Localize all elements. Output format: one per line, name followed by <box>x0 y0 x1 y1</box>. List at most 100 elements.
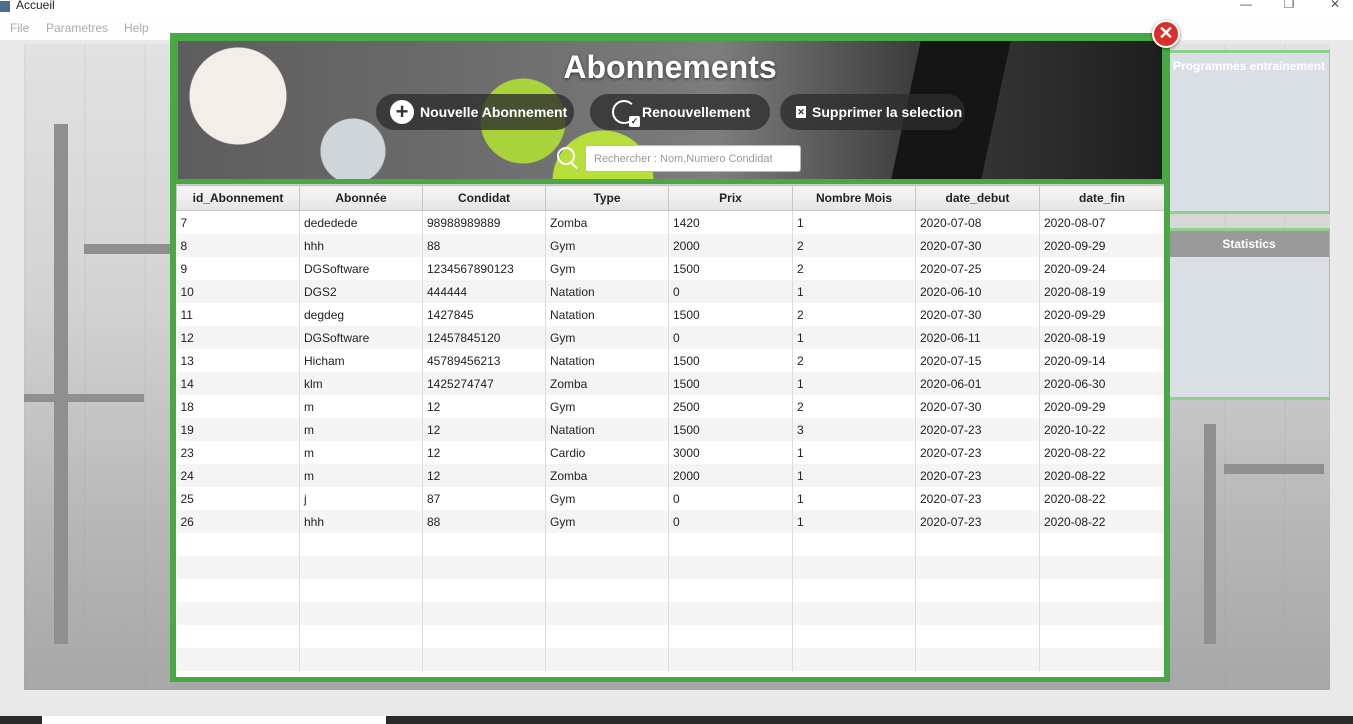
table-cell <box>915 625 1040 648</box>
table-cell <box>1039 625 1164 648</box>
table-cell <box>792 648 916 671</box>
delete-icon: ✕ <box>796 106 806 118</box>
window-titlebar: Accueil — ❐ ✕ <box>0 0 1353 16</box>
empty-table-row[interactable] <box>176 579 1164 602</box>
table-cell: 2020-09-29 <box>1039 234 1164 257</box>
table-row[interactable]: 9 DGSoftware 1234567890123 Gym 1500 2 2020-07-… <box>176 257 1164 280</box>
table-body: 7 dededede 98988989889 Zomba 1420 1 2020-07-08… <box>176 210 1164 671</box>
renew-button[interactable]: ✓ Renouvellement <box>590 94 770 130</box>
table-row[interactable]: 7 dededede 98988989889 Zomba 1420 1 2020-07-08… <box>176 210 1164 234</box>
table-cell: 0 <box>668 510 793 533</box>
table-cell: 12 <box>422 418 546 441</box>
empty-table-row[interactable] <box>176 648 1164 671</box>
table-cell: Natation <box>545 303 669 326</box>
table-cell: 2020-07-23 <box>915 464 1040 487</box>
table-cell <box>545 648 669 671</box>
table-cell: hhh <box>299 234 423 257</box>
table-cell: 88 <box>422 234 546 257</box>
table-cell: 2020-06-11 <box>915 326 1040 349</box>
table-cell <box>299 556 423 579</box>
table-cell <box>545 579 669 602</box>
table-cell: 12 <box>422 441 546 464</box>
table-cell: hhh <box>299 510 423 533</box>
table-cell: 10 <box>176 280 300 303</box>
table-cell: 2020-08-22 <box>1039 510 1164 533</box>
table-row[interactable]: 18 m 12 Gym 2500 2 2020-07-30 2020-09-29 <box>176 395 1164 418</box>
table-cell <box>668 648 793 671</box>
table-row[interactable]: 14 klm 1425274747 Zomba 1500 1 2020-06-01 2020-… <box>176 372 1164 395</box>
table-cell <box>1039 556 1164 579</box>
minimize-button[interactable]: — <box>1231 0 1261 11</box>
table-cell: Hicham <box>299 349 423 372</box>
statistics-card-title: Statistics <box>1169 231 1329 257</box>
window-close-button[interactable]: ✕ <box>1320 0 1350 11</box>
table-cell <box>545 533 669 556</box>
column-header-prix[interactable]: Prix <box>668 185 793 211</box>
new-subscription-label: Nouvelle Abonnement <box>420 104 568 120</box>
table-row[interactable]: 26 hhh 88 Gym 0 1 2020-07-23 2020-08-22 <box>176 510 1164 533</box>
column-header-id[interactable]: id_Abonnement <box>176 185 300 211</box>
table-cell: 2020-07-30 <box>915 395 1040 418</box>
table-cell: 1500 <box>668 349 793 372</box>
table-row[interactable]: 25 j 87 Gym 0 1 2020-07-23 2020-08-22 <box>176 487 1164 510</box>
table-cell: 1 <box>792 441 916 464</box>
table-cell: m <box>299 418 423 441</box>
table-cell: 2500 <box>668 395 793 418</box>
search-input[interactable] <box>585 145 801 172</box>
column-header-abonnee[interactable]: Abonnée <box>299 185 423 211</box>
table-cell <box>299 579 423 602</box>
delete-selection-button[interactable]: ✕ Supprimer la selection <box>780 94 965 130</box>
table-cell: 2020-08-22 <box>1039 487 1164 510</box>
table-row[interactable]: 19 m 12 Natation 1500 3 2020-07-23 2020-10-22 <box>176 418 1164 441</box>
maximize-button[interactable]: ❐ <box>1274 0 1304 11</box>
table-cell: 2020-07-08 <box>915 210 1040 234</box>
table-cell: m <box>299 395 423 418</box>
table-cell <box>1039 579 1164 602</box>
empty-table-row[interactable] <box>176 556 1164 579</box>
table-cell <box>299 648 423 671</box>
table-row[interactable]: 11 degdeg 1427845 Natation 1500 2 2020-07-30 20… <box>176 303 1164 326</box>
table-cell: DGS2 <box>299 280 423 303</box>
column-header-date-fin[interactable]: date_fin <box>1039 185 1164 211</box>
statistics-card[interactable]: Statistics <box>1166 228 1330 400</box>
table-row[interactable]: 23 m 12 Cardio 3000 1 2020-07-23 2020-08-22 <box>176 441 1164 464</box>
table-cell: 2020-07-23 <box>915 418 1040 441</box>
table-cell <box>668 625 793 648</box>
abonnements-dialog: Abonnements + Nouvelle Abonnement ✓ Reno… <box>170 33 1170 682</box>
table-cell: j <box>299 487 423 510</box>
table-row[interactable]: 24 m 12 Zomba 2000 1 2020-07-23 2020-08-22 <box>176 464 1164 487</box>
column-header-type[interactable]: Type <box>545 185 669 211</box>
menu-help[interactable]: Help <box>124 21 149 35</box>
column-header-date-debut[interactable]: date_debut <box>915 185 1040 211</box>
table-row[interactable]: 8 hhh 88 Gym 2000 2 2020-07-30 2020-09-29 <box>176 234 1164 257</box>
menu-file[interactable]: File <box>10 21 29 35</box>
table-cell <box>176 625 300 648</box>
empty-table-row[interactable] <box>176 602 1164 625</box>
table-cell <box>422 625 546 648</box>
programmes-card-title: Programmes entrainement <box>1172 59 1326 73</box>
table-cell <box>299 602 423 625</box>
empty-table-row[interactable] <box>176 533 1164 556</box>
table-cell <box>792 625 916 648</box>
programmes-card[interactable]: Programmes entrainement <box>1166 50 1330 214</box>
table-cell: 1 <box>792 372 916 395</box>
column-header-condidat[interactable]: Condidat <box>422 185 546 211</box>
table-cell: 9 <box>176 257 300 280</box>
menu-parametres[interactable]: Parametres <box>46 21 108 35</box>
table-cell: 13 <box>176 349 300 372</box>
empty-table-row[interactable] <box>176 625 1164 648</box>
table-cell: Natation <box>545 349 669 372</box>
table-cell: 2 <box>792 349 916 372</box>
column-header-nombre-mois[interactable]: Nombre Mois <box>792 185 916 211</box>
table-cell <box>792 556 916 579</box>
table-cell: 1 <box>792 464 916 487</box>
table-row[interactable]: 13 Hicham 45789456213 Natation 1500 2 2020-07-… <box>176 349 1164 372</box>
table-cell: 2020-08-07 <box>1039 210 1164 234</box>
table-cell <box>915 648 1040 671</box>
table-cell: 2020-07-15 <box>915 349 1040 372</box>
table-row[interactable]: 12 DGSoftware 12457845120 Gym 0 1 2020-06-11 20… <box>176 326 1164 349</box>
new-subscription-button[interactable]: + Nouvelle Abonnement <box>376 94 574 130</box>
table-cell <box>545 602 669 625</box>
table-row[interactable]: 10 DGS2 444444 Natation 0 1 2020-06-10 2020-08-… <box>176 280 1164 303</box>
dialog-close-button[interactable]: ✕ <box>1152 20 1180 48</box>
